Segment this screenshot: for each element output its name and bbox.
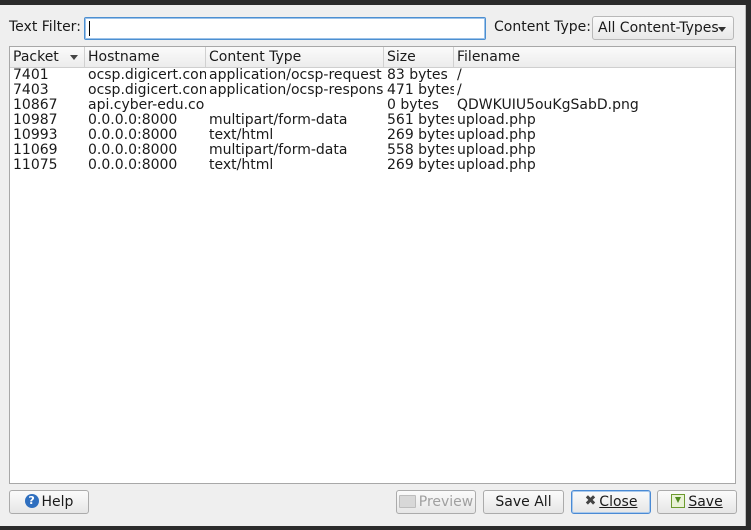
cell-filename: upload.php <box>457 128 536 143</box>
cell-content-type: text/html <box>209 158 274 173</box>
preview-button-label: Preview <box>418 494 474 510</box>
column-header-filename[interactable]: Filename <box>454 47 735 67</box>
folder-icon <box>398 494 416 508</box>
content-type-value: All Content-Types <box>598 20 719 36</box>
cell-size: 561 bytes <box>387 113 454 128</box>
save-all-button-label: Save All <box>495 494 552 510</box>
objects-table[interactable]: Packet Hostname Content Type Size Filena… <box>9 46 736 484</box>
save-all-button[interactable]: Save All <box>483 490 564 514</box>
cell-content-type: application/ocsp-response <box>209 83 384 98</box>
cell-filename: / <box>457 68 462 83</box>
table-body: 7401 ocsp.digicert.com application/ocsp-… <box>10 68 735 173</box>
help-button[interactable]: ? Help <box>9 490 89 514</box>
cell-content-type: multipart/form-data <box>209 143 348 158</box>
cell-size: 83 bytes <box>387 68 448 83</box>
table-row[interactable]: 7401 ocsp.digicert.com application/ocsp-… <box>10 68 735 83</box>
cell-packet: 10987 <box>13 113 58 128</box>
table-row[interactable]: 7403 ocsp.digicert.com application/ocsp-… <box>10 83 735 98</box>
content-type-label: Content Type: <box>494 19 592 35</box>
table-row[interactable]: 11075 0.0.0.0:8000 text/html 269 bytes u… <box>10 158 735 173</box>
close-button[interactable]: ✖ Close <box>571 490 651 514</box>
cell-hostname: ocsp.digicert.com <box>88 68 206 83</box>
save-button-label: Save <box>688 494 723 510</box>
sort-descending-icon <box>70 55 78 60</box>
help-button-label: Help <box>41 494 74 510</box>
column-header-hostname[interactable]: Hostname <box>85 47 206 67</box>
table-row[interactable]: 11069 0.0.0.0:8000 multipart/form-data 5… <box>10 143 735 158</box>
cell-size: 558 bytes <box>387 143 454 158</box>
content-type-select[interactable]: All Content-Types <box>592 16 734 40</box>
cell-hostname: ocsp.digicert.com <box>88 83 206 98</box>
close-button-label: Close <box>599 494 638 510</box>
table-row[interactable]: 10987 0.0.0.0:8000 multipart/form-data 5… <box>10 113 735 128</box>
help-icon: ? <box>24 494 39 508</box>
column-header-label: Size <box>387 49 416 65</box>
cell-hostname: 0.0.0.0:8000 <box>88 158 178 173</box>
save-button[interactable]: Save <box>657 490 737 514</box>
cell-hostname: 0.0.0.0:8000 <box>88 143 178 158</box>
cell-filename: upload.php <box>457 158 536 173</box>
column-header-label: Content Type <box>209 49 302 65</box>
cell-packet: 11069 <box>13 143 58 158</box>
column-header-label: Filename <box>457 49 521 65</box>
cell-content-type: text/html <box>209 128 274 143</box>
cell-content-type: multipart/form-data <box>209 113 348 128</box>
cell-packet: 11075 <box>13 158 58 173</box>
cell-filename: / <box>457 83 462 98</box>
cell-hostname: 0.0.0.0:8000 <box>88 113 178 128</box>
preview-button[interactable]: Preview <box>396 490 476 514</box>
save-icon <box>671 494 686 508</box>
cell-filename: QDWKUIU5ouKgSabD.png <box>457 98 639 113</box>
chevron-down-icon <box>718 27 726 32</box>
cell-size: 269 bytes <box>387 158 454 173</box>
cell-hostname: api.cyber-edu.co <box>88 98 205 113</box>
column-header-label: Hostname <box>88 49 160 65</box>
close-icon: ✖ <box>584 493 597 509</box>
table-row[interactable]: 10993 0.0.0.0:8000 text/html 269 bytes u… <box>10 128 735 143</box>
column-header-label: Packet <box>13 49 59 65</box>
cell-size: 0 bytes <box>387 98 439 113</box>
column-header-packet[interactable]: Packet <box>10 47 85 67</box>
cell-packet: 7401 <box>13 68 49 83</box>
filter-bar: Text Filter: Content Type: All Content-T… <box>0 5 745 47</box>
export-objects-dialog: Text Filter: Content Type: All Content-T… <box>0 5 746 526</box>
cell-size: 471 bytes <box>387 83 454 98</box>
cell-content-type: application/ocsp-request <box>209 68 382 83</box>
text-filter-input[interactable] <box>84 17 486 40</box>
cell-hostname: 0.0.0.0:8000 <box>88 128 178 143</box>
cell-packet: 10867 <box>13 98 58 113</box>
cell-filename: upload.php <box>457 113 536 128</box>
text-filter-label: Text Filter: <box>9 19 81 35</box>
table-header: Packet Hostname Content Type Size Filena… <box>10 47 735 68</box>
table-row[interactable]: 10867 api.cyber-edu.co 0 bytes QDWKUIU5o… <box>10 98 735 113</box>
cell-packet: 7403 <box>13 83 49 98</box>
cell-content-type <box>206 98 384 113</box>
text-cursor <box>89 21 90 36</box>
cell-size: 269 bytes <box>387 128 454 143</box>
cell-filename: upload.php <box>457 143 536 158</box>
column-header-content-type[interactable]: Content Type <box>206 47 384 67</box>
column-header-size[interactable]: Size <box>384 47 454 67</box>
cell-packet: 10993 <box>13 128 58 143</box>
